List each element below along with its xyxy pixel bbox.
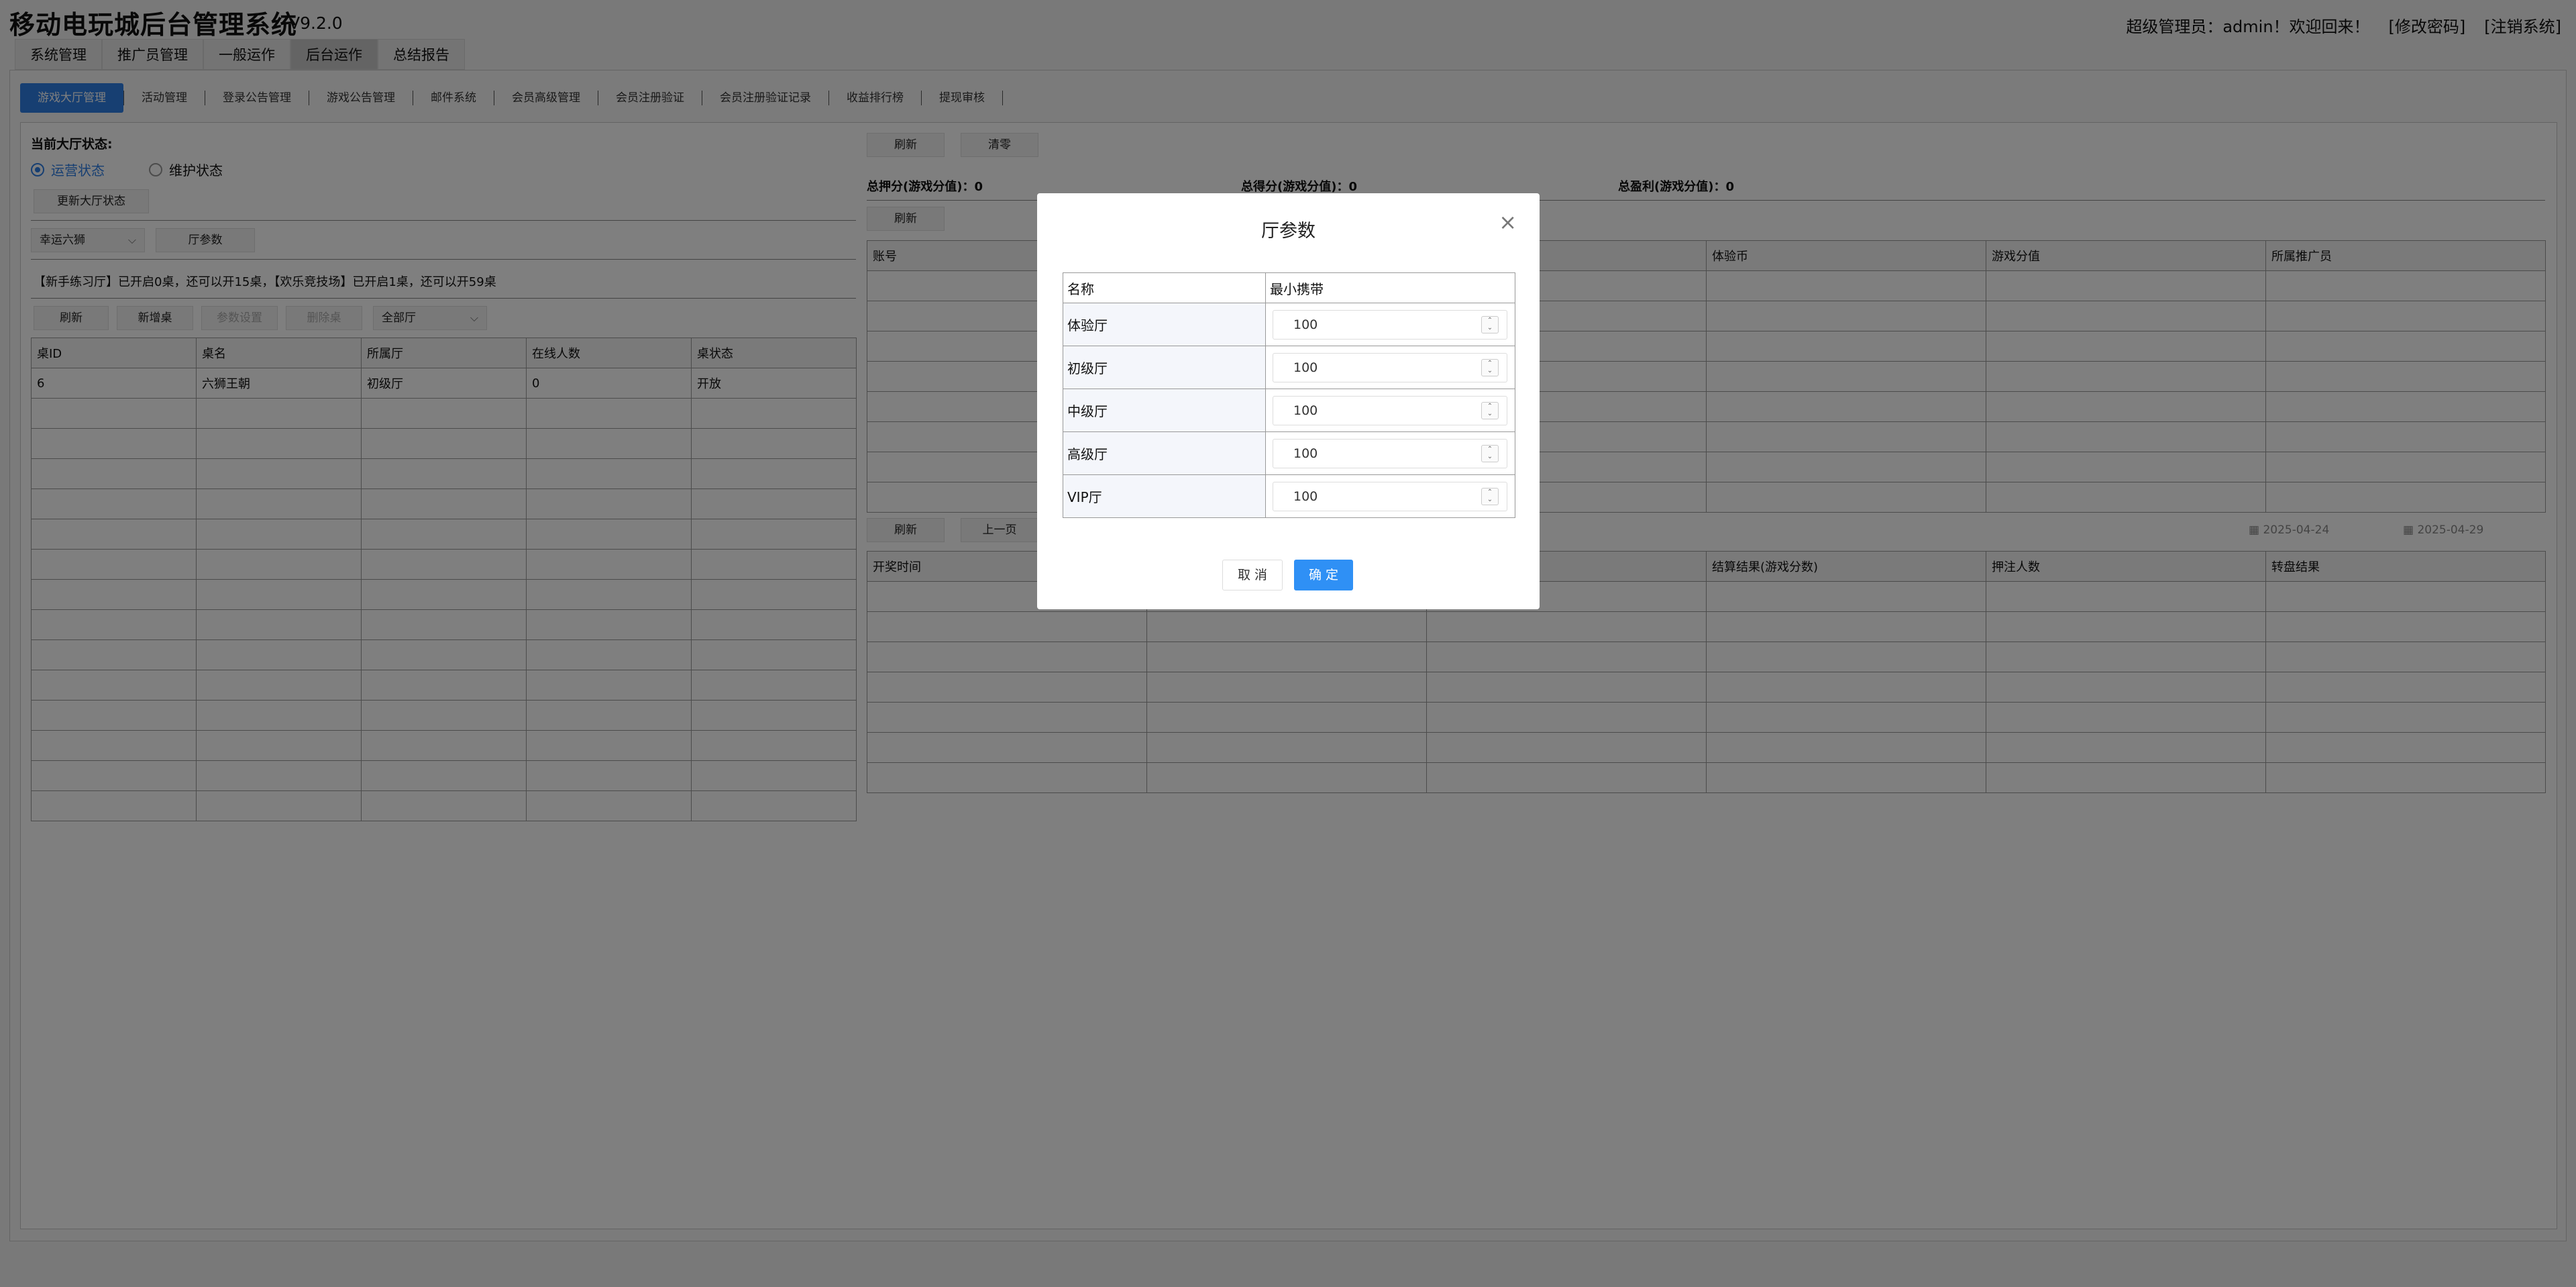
hall-param-dialog: 厅参数 × 名称 最小携带 体验厅 100 ⌃ ⌄ 初级厅 100 ⌃ ⌄ 中级…: [1037, 193, 1540, 609]
input-value: 100: [1293, 317, 1318, 332]
hall-param-table: 名称 最小携带 体验厅 100 ⌃ ⌄ 初级厅 100 ⌃ ⌄ 中级厅 100 ⌃ ⌄: [1063, 272, 1515, 518]
hall-name: VIP厅: [1063, 474, 1266, 518]
stepper-icon[interactable]: ⌃ ⌄: [1481, 487, 1499, 505]
input-value: 100: [1293, 403, 1318, 418]
hall-name: 中级厅: [1063, 389, 1266, 432]
min-carry-input-vip[interactable]: 100 ⌃ ⌄: [1273, 481, 1507, 511]
hall-name: 体验厅: [1063, 303, 1266, 346]
app-root: 移动电玩城后台管理系统 V9.2.0 超级管理员：admin！欢迎回来！ [修改…: [0, 0, 2576, 1287]
input-value: 100: [1293, 446, 1318, 461]
col-min-carry: 最小携带: [1265, 272, 1515, 303]
dialog-title: 厅参数: [1261, 221, 1316, 242]
cell: 100 ⌃ ⌄: [1265, 389, 1515, 432]
cell: 100 ⌃ ⌄: [1265, 474, 1515, 518]
table-row: 初级厅 100 ⌃ ⌄: [1063, 346, 1515, 389]
stepper-icon[interactable]: ⌃ ⌄: [1481, 444, 1499, 462]
hall-name: 高级厅: [1063, 431, 1266, 475]
col-name: 名称: [1063, 272, 1266, 303]
cancel-button[interactable]: 取 消: [1222, 560, 1283, 590]
hall-name: 初级厅: [1063, 346, 1266, 389]
stepper-icon[interactable]: ⌃ ⌄: [1481, 401, 1499, 419]
table-row: 高级厅 100 ⌃ ⌄: [1063, 431, 1515, 475]
min-carry-input-junior[interactable]: 100 ⌃ ⌄: [1273, 352, 1507, 382]
cell: 100 ⌃ ⌄: [1265, 303, 1515, 346]
min-carry-input-senior[interactable]: 100 ⌃ ⌄: [1273, 438, 1507, 468]
min-carry-input-trial[interactable]: 100 ⌃ ⌄: [1273, 309, 1507, 340]
cell: 100 ⌃ ⌄: [1265, 431, 1515, 475]
table-row: VIP厅 100 ⌃ ⌄: [1063, 474, 1515, 518]
input-value: 100: [1293, 360, 1318, 375]
stepper-icon[interactable]: ⌃ ⌄: [1481, 315, 1499, 333]
min-carry-input-middle[interactable]: 100 ⌃ ⌄: [1273, 395, 1507, 425]
table-row: 体验厅 100 ⌃ ⌄: [1063, 303, 1515, 346]
stepper-icon[interactable]: ⌃ ⌄: [1481, 358, 1499, 376]
input-value: 100: [1293, 488, 1318, 504]
close-icon[interactable]: ×: [1499, 209, 1517, 235]
confirm-button[interactable]: 确 定: [1294, 560, 1353, 590]
table-header-row: 名称 最小携带: [1063, 272, 1515, 303]
table-row: 中级厅 100 ⌃ ⌄: [1063, 389, 1515, 432]
cell: 100 ⌃ ⌄: [1265, 346, 1515, 389]
